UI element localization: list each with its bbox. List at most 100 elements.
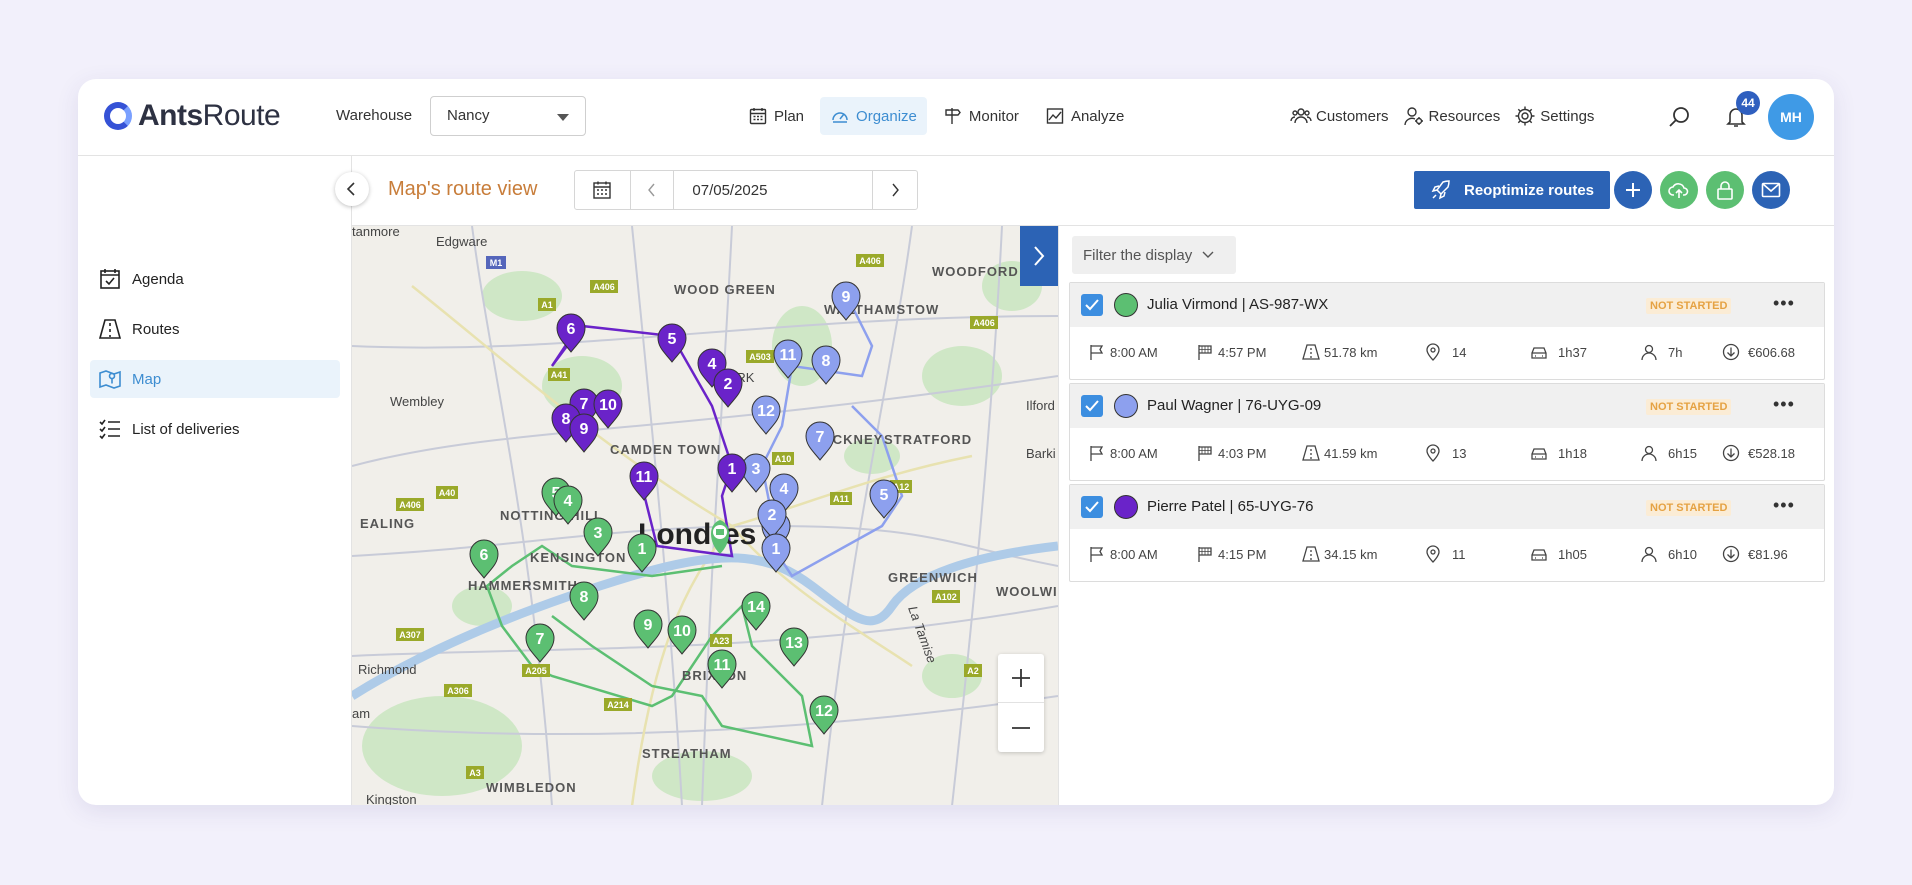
nav-analyze-label: Analyze <box>1070 107 1125 125</box>
person-icon <box>1641 445 1657 462</box>
green-delivery-pin[interactable]: 12 <box>809 695 839 735</box>
nav-settings[interactable]: Settings <box>1514 97 1594 135</box>
rocket-icon <box>1431 180 1450 200</box>
reoptimize-routes-button[interactable]: Reoptimize routes <box>1414 171 1610 209</box>
gear-icon <box>1515 106 1535 126</box>
logo[interactable]: AntsRoute <box>104 99 281 133</box>
purple-delivery-pin[interactable]: 1 <box>717 453 747 493</box>
route-checkbox[interactable] <box>1081 395 1103 417</box>
lock-button[interactable] <box>1706 171 1744 209</box>
purple-delivery-pin[interactable]: 11 <box>629 461 659 501</box>
nav-organize-label: Organize <box>856 107 917 125</box>
toggle-panel-button[interactable] <box>1020 226 1058 286</box>
filter-display-dropdown[interactable]: Filter the display <box>1072 236 1236 274</box>
road-shield-label: A406 <box>399 500 421 510</box>
end-time: 4:57 PM <box>1196 343 1266 361</box>
location-pin-icon <box>1426 343 1440 361</box>
purple-delivery-pin[interactable]: 2 <box>713 368 743 408</box>
chart-icon <box>1046 108 1064 124</box>
start-time: 8:00 AM <box>1088 545 1158 563</box>
car-icon <box>1531 347 1547 359</box>
green-delivery-pin[interactable]: 8 <box>569 581 599 621</box>
pin-number: 14 <box>747 599 765 616</box>
drive-time: 1h18 <box>1530 444 1587 462</box>
blue-delivery-pin[interactable]: 5 <box>869 479 899 519</box>
purple-delivery-pin[interactable]: 9 <box>569 413 599 453</box>
warehouse-select[interactable]: Nancy <box>430 96 586 136</box>
route-card[interactable]: Pierre Patel | 65-UYG-76 NOT STARTED •••… <box>1069 484 1825 582</box>
nav-customers[interactable]: Customers <box>1290 97 1389 135</box>
calendar-button[interactable] <box>575 171 631 209</box>
car-icon <box>1531 549 1547 561</box>
sidebar-item-map-label: Map <box>132 370 162 388</box>
route-card[interactable]: Paul Wagner | 76-UYG-09 NOT STARTED ••• … <box>1069 383 1825 481</box>
map-place-label: KENSINGTON <box>530 550 626 565</box>
calendar-icon <box>593 181 612 199</box>
road-shield-label: A503 <box>749 352 771 362</box>
pin-number: 10 <box>599 397 617 414</box>
nav-monitor-label: Monitor <box>968 107 1019 125</box>
pin-number: 11 <box>780 347 797 364</box>
distance: 51.78 km <box>1302 343 1377 361</box>
nav-analyze[interactable]: Analyze <box>1035 97 1134 135</box>
chevron-left-icon <box>648 183 655 197</box>
end-time-value: 4:03 PM <box>1218 445 1267 461</box>
more-options-button[interactable]: ••• <box>1773 293 1795 314</box>
sidebar-item-agenda-label: Agenda <box>132 270 184 288</box>
zoom-in-button[interactable] <box>998 654 1044 703</box>
more-options-button[interactable]: ••• <box>1773 394 1795 415</box>
route-stats: 8:00 AM 4:15 PM 34.15 km 11 1h05 6h10 €8… <box>1070 529 1824 581</box>
next-day-button[interactable] <box>873 171 917 209</box>
previous-day-button[interactable] <box>631 171 675 209</box>
green-delivery-pin[interactable]: 13 <box>779 627 809 667</box>
search-icon[interactable] <box>1668 105 1692 129</box>
blue-delivery-pin[interactable]: 12 <box>751 395 781 435</box>
users-icon <box>1290 108 1312 124</box>
nav-organize[interactable]: Organize <box>820 97 927 135</box>
sidebar-item-routes-label: Routes <box>132 320 180 338</box>
route-card[interactable]: Julia Virmond | AS-987-WX NOT STARTED ••… <box>1069 282 1825 380</box>
start-time: 8:00 AM <box>1088 444 1158 462</box>
green-delivery-pin[interactable]: 7 <box>525 623 555 663</box>
date-field[interactable]: 07/05/2025 <box>674 171 874 209</box>
sidebar-item-deliveries[interactable]: List of deliveries <box>90 410 340 448</box>
road-shield-label: A406 <box>973 318 995 328</box>
collapse-sidebar-button[interactable] <box>335 172 369 206</box>
green-delivery-pin[interactable]: 9 <box>633 609 663 649</box>
route-checkbox[interactable] <box>1081 294 1103 316</box>
green-delivery-pin[interactable]: 6 <box>469 539 499 579</box>
avatar[interactable]: MH <box>1768 94 1814 140</box>
pin-number: 9 <box>644 617 653 634</box>
pin-number: 7 <box>580 396 589 413</box>
purple-delivery-pin[interactable]: 6 <box>556 313 586 353</box>
purple-delivery-pin[interactable]: 5 <box>657 323 687 363</box>
purple-delivery-pin[interactable]: 10 <box>593 389 623 429</box>
route-stats: 8:00 AM 4:03 PM 41.59 km 13 1h18 6h15 €5… <box>1070 428 1824 480</box>
road-shield-label: A1 <box>541 300 553 310</box>
route-map[interactable]: tanmore Edgware WOOD GREEN WALTHAMSTOW W… <box>352 225 1058 805</box>
more-options-button[interactable]: ••• <box>1773 495 1795 516</box>
caret-down-icon <box>557 114 569 121</box>
map-place-label: STREATHAM <box>642 746 732 761</box>
sidebar-item-map[interactable]: Map <box>90 360 340 398</box>
cost: €81.96 <box>1722 545 1788 563</box>
download-circle-icon <box>1722 444 1740 462</box>
sidebar-item-routes[interactable]: Routes <box>90 310 340 348</box>
sidebar-item-agenda[interactable]: Agenda <box>90 260 340 298</box>
route-header: Paul Wagner | 76-UYG-09 NOT STARTED ••• <box>1070 384 1824 428</box>
route-color-dot <box>1114 394 1138 418</box>
pin-number: 6 <box>567 321 576 338</box>
nav-monitor[interactable]: Monitor <box>933 97 1029 135</box>
nav-plan[interactable]: Plan <box>738 97 814 135</box>
road-icon <box>1302 445 1320 461</box>
upload-button[interactable] <box>1660 171 1698 209</box>
zoom-out-button[interactable] <box>998 703 1044 752</box>
email-button[interactable] <box>1752 171 1790 209</box>
map-place-label: WOOLWI <box>996 584 1058 599</box>
nav-resources[interactable]: Resources <box>1403 97 1500 135</box>
add-button[interactable] <box>1614 171 1652 209</box>
route-checkbox[interactable] <box>1081 496 1103 518</box>
road-shield-label: A41 <box>551 370 568 380</box>
blue-delivery-pin[interactable]: 7 <box>805 421 835 461</box>
road-shield-label: A40 <box>439 488 456 498</box>
